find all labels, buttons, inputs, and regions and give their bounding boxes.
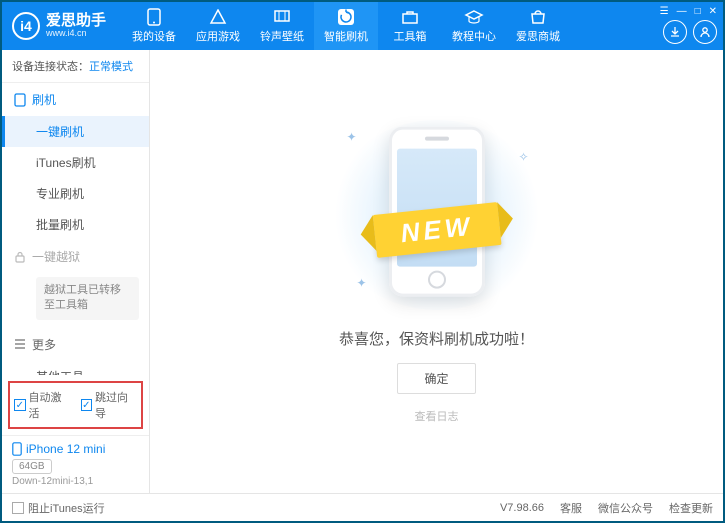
list-icon bbox=[14, 339, 26, 349]
nav-label: 工具箱 bbox=[394, 28, 427, 44]
nav-ringtone[interactable]: 铃声壁纸 bbox=[250, 2, 314, 50]
footer: 阻止iTunes运行 V7.98.66 客服 微信公众号 检查更新 bbox=[2, 493, 723, 521]
sparkle-icon: ✦ bbox=[347, 130, 357, 144]
checkbox-auto-activate[interactable]: ✓ 自动激活 bbox=[14, 389, 71, 421]
checkbox-block-itunes[interactable] bbox=[12, 502, 24, 514]
phone-small-icon bbox=[14, 93, 26, 107]
group-label: 更多 bbox=[32, 336, 56, 353]
brand-url: www.i4.cn bbox=[46, 29, 106, 39]
device-icon bbox=[12, 442, 22, 456]
check-icon: ✓ bbox=[14, 399, 26, 411]
download-button[interactable] bbox=[663, 20, 687, 44]
checkbox-skip-setup[interactable]: ✓ 跳过向导 bbox=[81, 389, 138, 421]
block-itunes-label: 阻止iTunes运行 bbox=[28, 500, 105, 516]
group-label: 一键越狱 bbox=[32, 248, 80, 265]
customer-service-link[interactable]: 客服 bbox=[560, 500, 582, 516]
sidebar-item-pro-flash[interactable]: 专业刷机 bbox=[2, 178, 149, 209]
success-message: 恭喜您，保资料刷机成功啦！ bbox=[339, 328, 534, 349]
nav-label: 应用游戏 bbox=[196, 28, 240, 44]
device-name: iPhone 12 mini bbox=[12, 442, 139, 456]
ok-button[interactable]: 确定 bbox=[397, 363, 475, 394]
graduation-icon bbox=[464, 8, 484, 26]
top-nav: 我的设备 应用游戏 铃声壁纸 智能刷机 工具箱 教程中心 bbox=[122, 2, 570, 50]
device-sub: Down-12mini-13,1 bbox=[12, 476, 139, 487]
connection-status: 设备连接状态：正常模式 bbox=[2, 50, 149, 83]
nav-label: 智能刷机 bbox=[324, 28, 368, 44]
jailbreak-note: 越狱工具已转移至工具箱 bbox=[36, 277, 139, 320]
header: ☰ — □ ✕ i4 爱思助手 www.i4.cn 我的设备 应用游戏 铃声壁纸 bbox=[2, 2, 723, 50]
body: 设备连接状态：正常模式 刷机 一键刷机 iTunes刷机 专业刷机 批量刷机 一… bbox=[2, 50, 723, 493]
sparkle-icon: ✧ bbox=[518, 150, 528, 164]
chk-label: 跳过向导 bbox=[95, 389, 137, 421]
conn-label: 设备连接状态： bbox=[12, 61, 89, 73]
user-button[interactable] bbox=[693, 20, 717, 44]
check-icon: ✓ bbox=[81, 399, 93, 411]
wechat-link[interactable]: 微信公众号 bbox=[598, 500, 653, 516]
brand-logo-icon: i4 bbox=[12, 12, 40, 40]
sidebar: 设备连接状态：正常模式 刷机 一键刷机 iTunes刷机 专业刷机 批量刷机 一… bbox=[2, 50, 150, 493]
options-box: ✓ 自动激活 ✓ 跳过向导 bbox=[8, 381, 143, 429]
store-icon bbox=[529, 8, 547, 26]
sidebar-item-oneclick-flash[interactable]: 一键刷机 bbox=[2, 116, 149, 147]
nav-flash[interactable]: 智能刷机 bbox=[314, 2, 378, 50]
nav-my-device[interactable]: 我的设备 bbox=[122, 2, 186, 50]
device-storage: 64GB bbox=[12, 459, 52, 474]
nav-label: 教程中心 bbox=[452, 28, 496, 44]
group-label: 刷机 bbox=[32, 91, 56, 108]
brand: i4 爱思助手 www.i4.cn bbox=[2, 12, 116, 40]
nav-label: 爱思商城 bbox=[516, 28, 560, 44]
wallpaper-icon bbox=[273, 8, 291, 26]
app-window: ☰ — □ ✕ i4 爱思助手 www.i4.cn 我的设备 应用游戏 铃声壁纸 bbox=[2, 2, 723, 521]
sparkle-icon: ✦ bbox=[357, 276, 367, 290]
nav-toolbox[interactable]: 工具箱 bbox=[378, 2, 442, 50]
main-content: ✦ ✧ ✦ NEW 恭喜您，保资料刷机成功啦！ 确定 查看日志 bbox=[150, 50, 723, 493]
nav-label: 铃声壁纸 bbox=[260, 28, 304, 44]
view-log-link[interactable]: 查看日志 bbox=[415, 408, 459, 424]
nav-label: 我的设备 bbox=[132, 28, 176, 44]
illustration: ✦ ✧ ✦ NEW bbox=[327, 120, 547, 310]
sidebar-item-itunes-flash[interactable]: iTunes刷机 bbox=[2, 147, 149, 178]
sidebar-group-jailbreak: 一键越狱 bbox=[2, 240, 149, 273]
nav-store[interactable]: 爱思商城 bbox=[506, 2, 570, 50]
device-info[interactable]: iPhone 12 mini 64GB Down-12mini-13,1 bbox=[2, 435, 149, 493]
version-label: V7.98.66 bbox=[500, 502, 544, 514]
apps-icon bbox=[209, 8, 227, 26]
phone-icon bbox=[147, 8, 161, 26]
sidebar-group-more[interactable]: 更多 bbox=[2, 328, 149, 361]
lock-icon bbox=[14, 251, 26, 263]
sidebar-group-flash[interactable]: 刷机 bbox=[2, 83, 149, 116]
chk-label: 自动激活 bbox=[29, 389, 71, 421]
brand-title: 爱思助手 bbox=[46, 13, 106, 30]
conn-value: 正常模式 bbox=[89, 61, 133, 73]
nav-apps[interactable]: 应用游戏 bbox=[186, 2, 250, 50]
sidebar-item-batch-flash[interactable]: 批量刷机 bbox=[2, 209, 149, 240]
check-update-link[interactable]: 检查更新 bbox=[669, 500, 713, 516]
sidebar-item-other-tools[interactable]: 其他工具 bbox=[2, 361, 149, 375]
refresh-icon bbox=[337, 8, 355, 26]
nav-tutorial[interactable]: 教程中心 bbox=[442, 2, 506, 50]
toolbox-icon bbox=[401, 8, 419, 26]
